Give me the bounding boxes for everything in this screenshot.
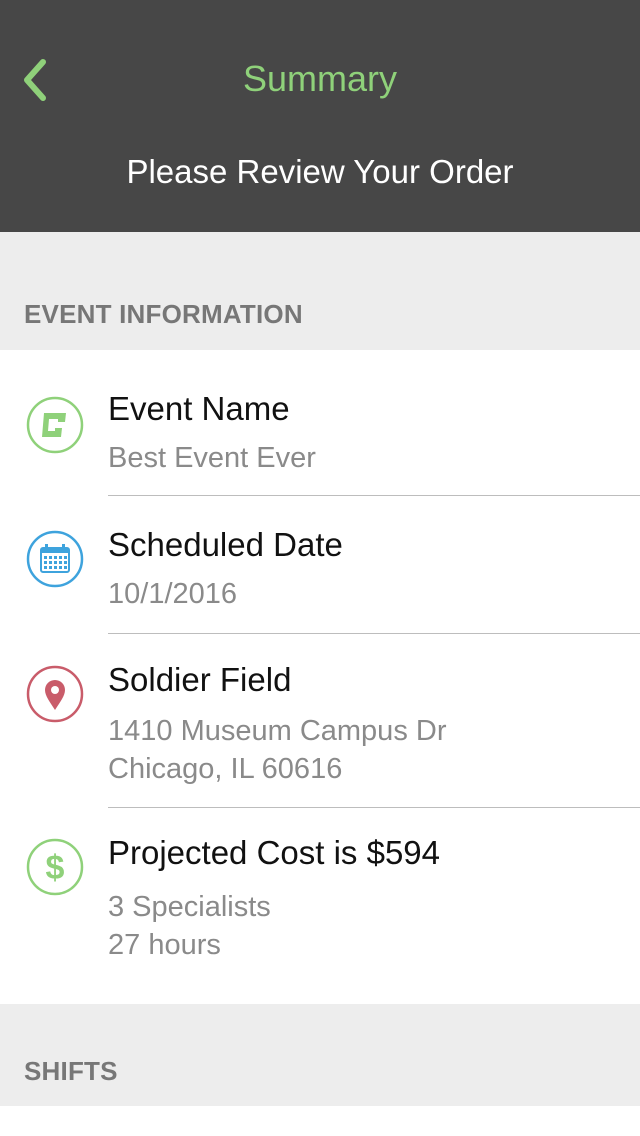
page-subtitle: Please Review Your Order bbox=[126, 153, 514, 190]
section-header-event-info: EVENT INFORMATION bbox=[0, 232, 640, 350]
section-header-shifts: SHIFTS bbox=[0, 1004, 640, 1106]
page-title: Summary bbox=[242, 58, 398, 99]
section-label: SHIFTS bbox=[24, 1056, 118, 1086]
scheduled-date-label: Scheduled Date bbox=[108, 526, 343, 563]
event-name-row[interactable]: Event Name Best Event Ever bbox=[0, 350, 640, 496]
dollar-icon: $ bbox=[25, 837, 85, 897]
venue-address-line2: Chicago, IL 60616 bbox=[108, 753, 343, 785]
scheduled-date-value: 10/1/2016 bbox=[108, 578, 238, 610]
event-info-card: Event Name Best Event Ever Scheduled Dat… bbox=[0, 350, 640, 1004]
event-logo-icon bbox=[25, 395, 85, 455]
map-pin-icon bbox=[25, 664, 85, 724]
svg-text:$: $ bbox=[46, 849, 65, 887]
section-label: EVENT INFORMATION bbox=[24, 299, 303, 329]
specialists-count: 3 Specialists bbox=[108, 891, 271, 923]
scheduled-date-row[interactable]: Scheduled Date 10/1/2016 bbox=[0, 496, 640, 634]
venue-row[interactable]: Soldier Field 1410 Museum Campus Dr Chic… bbox=[0, 634, 640, 808]
shifts-card bbox=[0, 1106, 640, 1136]
projected-cost-label: Projected Cost is $594 bbox=[108, 834, 441, 871]
nav-header: Summary Please Review Your Order bbox=[0, 0, 640, 232]
calendar-icon bbox=[25, 529, 85, 589]
event-name-label: Event Name bbox=[108, 390, 290, 427]
projected-cost-row[interactable]: $ Projected Cost is $594 3 Specialists 2… bbox=[0, 808, 640, 1004]
total-hours: 27 hours bbox=[108, 929, 221, 961]
venue-name: Soldier Field bbox=[108, 661, 292, 698]
venue-address-line1: 1410 Museum Campus Dr bbox=[108, 715, 447, 747]
event-name-value: Best Event Ever bbox=[108, 442, 316, 474]
